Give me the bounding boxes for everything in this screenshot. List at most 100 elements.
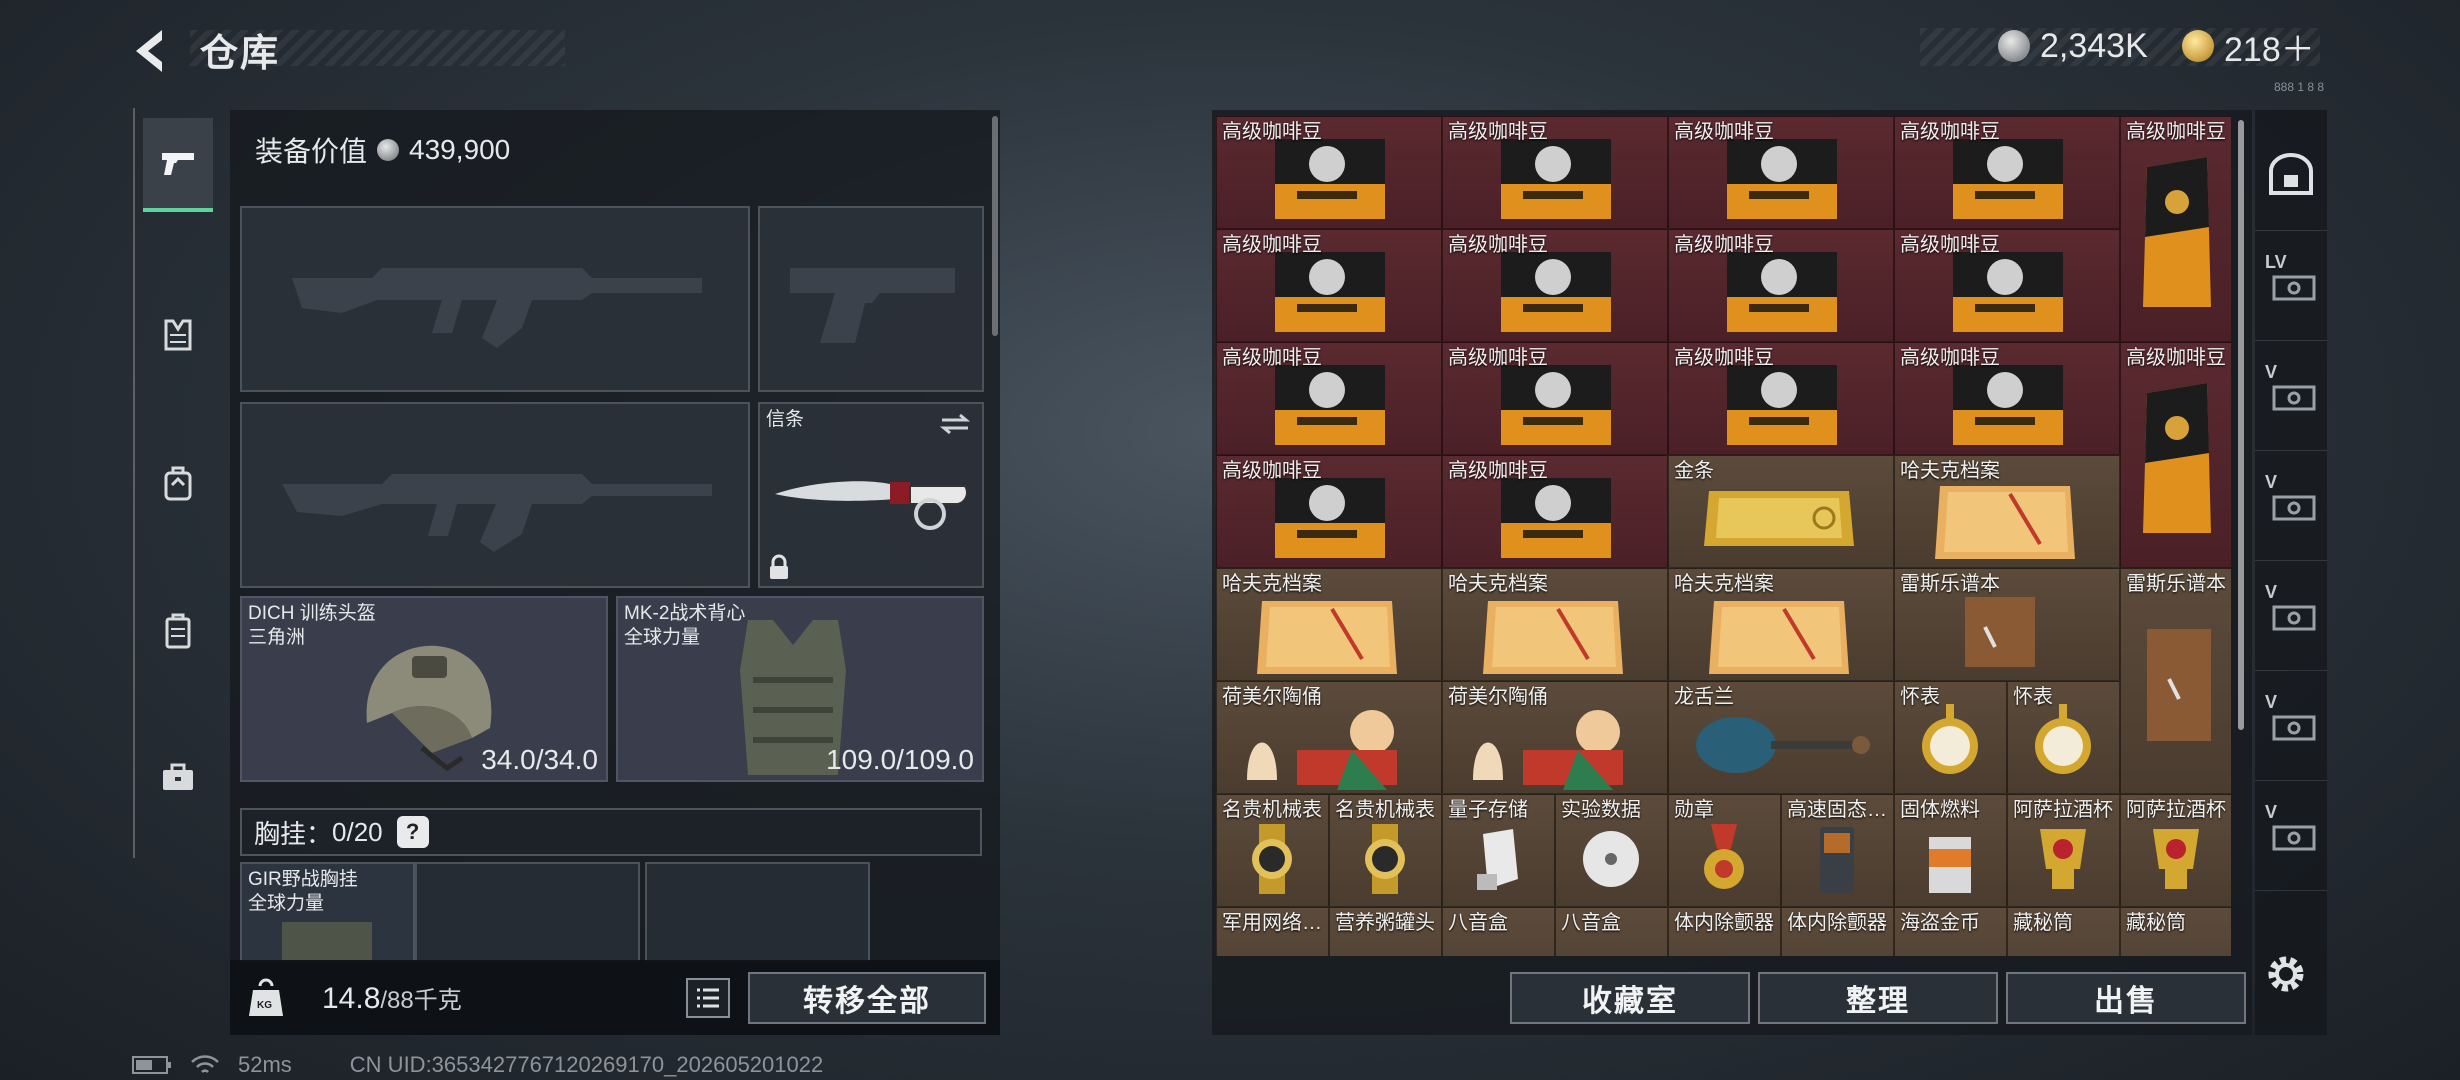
stash-item-label: 怀表 bbox=[1900, 686, 1940, 708]
helmet-slot[interactable]: DICH 训练头盔 三角洲 34.0/34.0 bbox=[240, 596, 608, 782]
tab-backpack[interactable] bbox=[143, 438, 213, 528]
side-rail-item[interactable]: V bbox=[2255, 780, 2327, 891]
stash-item[interactable]: 高级咖啡豆 bbox=[2120, 116, 2231, 342]
stash-item-label: 高级咖啡豆 bbox=[1448, 347, 1548, 369]
side-rail-item[interactable]: V bbox=[2255, 450, 2327, 561]
sidearm-slot[interactable] bbox=[758, 206, 984, 392]
stash-item[interactable]: 高级咖啡豆 bbox=[1668, 116, 1894, 229]
stash-item[interactable]: 藏秘筒 bbox=[2120, 907, 2231, 956]
help-icon[interactable]: ? bbox=[396, 816, 429, 848]
stash-item[interactable]: 金条 bbox=[1668, 455, 1894, 568]
stash-item[interactable]: 哈夫克档案 bbox=[1216, 568, 1442, 681]
stash-item[interactable]: 哈夫克档案 bbox=[1668, 568, 1894, 681]
primary-weapon-slot[interactable] bbox=[240, 206, 750, 392]
stash-item[interactable]: 荷美尔陶俑 bbox=[1442, 681, 1668, 794]
stash-item[interactable]: 高级咖啡豆 bbox=[1894, 229, 2120, 342]
tab-briefcase[interactable] bbox=[143, 732, 213, 822]
stash-item[interactable]: 高级咖啡豆 bbox=[1216, 342, 1442, 455]
stash-item[interactable]: 高级咖啡豆 bbox=[1442, 116, 1668, 229]
sell-button[interactable]: 出售 bbox=[2006, 972, 2246, 1024]
stash-item[interactable]: 高级咖啡豆 bbox=[2120, 342, 2231, 568]
swap-icon[interactable] bbox=[938, 412, 972, 436]
tab-vest[interactable] bbox=[143, 290, 213, 380]
side-rail-item[interactable]: V bbox=[2255, 340, 2327, 451]
stash-scrollbar[interactable] bbox=[2238, 120, 2244, 730]
stash-item[interactable]: 高级咖啡豆 bbox=[1442, 229, 1668, 342]
stash-item[interactable]: 藏秘筒 bbox=[2007, 907, 2120, 956]
stash-item[interactable]: 龙舌兰 bbox=[1668, 681, 1894, 794]
organize-button[interactable]: 整理 bbox=[1758, 972, 1998, 1024]
stash-item[interactable]: 雷斯乐谱本 bbox=[1894, 568, 2120, 681]
tab-container[interactable] bbox=[143, 586, 213, 676]
stash-item[interactable]: 哈夫克档案 bbox=[1442, 568, 1668, 681]
pistol-silhouette-icon bbox=[790, 268, 955, 343]
rig-faction: 全球力量 bbox=[248, 893, 325, 914]
stash-item[interactable]: 高级咖啡豆 bbox=[1442, 455, 1668, 568]
stash-item-label: 高级咖啡豆 bbox=[1448, 234, 1548, 256]
melee-slot[interactable]: 信条 bbox=[758, 402, 984, 588]
stash-item[interactable]: 哈夫克档案 bbox=[1894, 455, 2120, 568]
stash-item[interactable]: 体内除颤器 bbox=[1781, 907, 1894, 956]
weight-icon bbox=[249, 978, 283, 1016]
collection-button[interactable]: 收藏室 bbox=[1510, 972, 1750, 1024]
stash-item[interactable]: 阿萨拉酒杯 bbox=[2007, 794, 2120, 907]
side-rail-item[interactable]: LV bbox=[2255, 230, 2327, 341]
stash-item[interactable]: 军用网络… bbox=[1216, 907, 1329, 956]
stash-item[interactable]: 实验数据 bbox=[1555, 794, 1668, 907]
stash-item[interactable]: 勋章 bbox=[1668, 794, 1781, 907]
secondary-weapon-slot[interactable] bbox=[240, 402, 750, 588]
stash-item[interactable]: 量子存储 bbox=[1442, 794, 1555, 907]
stash-item[interactable]: 高级咖啡豆 bbox=[1216, 229, 1442, 342]
stash-item-label: 藏秘筒 bbox=[2126, 912, 2186, 934]
stash-item[interactable]: 体内除颤器 bbox=[1668, 907, 1781, 956]
rig-slot[interactable]: GIR野战胸挂 全球力量 bbox=[240, 862, 415, 962]
rig-grid-slot[interactable] bbox=[645, 862, 870, 962]
stash-item[interactable]: 名贵机械表 bbox=[1329, 794, 1442, 907]
rifle-silhouette-icon bbox=[292, 268, 702, 348]
stash-item[interactable]: 高级咖啡豆 bbox=[1668, 229, 1894, 342]
silver-currency[interactable]: 2,343K bbox=[1998, 26, 2148, 66]
gold-currency[interactable]: 218＋ bbox=[2182, 26, 2315, 69]
weight-icon-label: KG bbox=[257, 1000, 272, 1011]
stash-item[interactable]: 高级咖啡豆 bbox=[1668, 342, 1894, 455]
archive-file-icon bbox=[1709, 601, 1849, 674]
settings-gear-icon[interactable] bbox=[2262, 950, 2310, 998]
stash-item[interactable]: 营养粥罐头 bbox=[1329, 907, 1442, 956]
list-view-button[interactable] bbox=[686, 978, 730, 1018]
ping-text: 52ms bbox=[238, 1052, 292, 1077]
transfer-all-button[interactable]: 转移全部 bbox=[748, 972, 986, 1024]
wifi-icon bbox=[191, 1055, 219, 1073]
version-label: 888 1 8 8 bbox=[2274, 80, 2325, 94]
chest-rig-count: 0/20 bbox=[332, 816, 383, 847]
stash-item[interactable]: 固体燃料 bbox=[1894, 794, 2007, 907]
stash-item[interactable]: 高速固态… bbox=[1781, 794, 1894, 907]
side-rail-item[interactable]: V bbox=[2255, 670, 2327, 781]
stash-item[interactable]: 高级咖啡豆 bbox=[1442, 342, 1668, 455]
side-rail-item[interactable] bbox=[2255, 120, 2327, 231]
equipment-scrollbar[interactable] bbox=[992, 116, 998, 336]
stash-item-label: 高级咖啡豆 bbox=[2126, 347, 2226, 369]
side-rail-item[interactable]: V bbox=[2255, 560, 2327, 671]
stash-item[interactable]: 八音盒 bbox=[1555, 907, 1668, 956]
tab-weapons[interactable] bbox=[143, 118, 213, 212]
rig-grid-slot[interactable] bbox=[415, 862, 640, 962]
stash-item[interactable]: 怀表 bbox=[2007, 681, 2120, 794]
stash-item-label: 怀表 bbox=[2013, 686, 2053, 708]
stash-item-label: 高级咖啡豆 bbox=[1674, 347, 1774, 369]
melee-label: 信条 bbox=[766, 409, 805, 430]
stash-item[interactable]: 八音盒 bbox=[1442, 907, 1555, 956]
armor-slot[interactable]: MK-2战术背心 全球力量 109.0/109.0 bbox=[616, 596, 984, 782]
stash-item[interactable]: 荷美尔陶俑 bbox=[1216, 681, 1442, 794]
stash-item[interactable]: 高级咖啡豆 bbox=[1894, 116, 2120, 229]
stash-item[interactable]: 雷斯乐谱本 bbox=[2120, 568, 2231, 794]
stash-item[interactable]: 高级咖啡豆 bbox=[1894, 342, 2120, 455]
back-arrow-icon[interactable] bbox=[128, 26, 178, 76]
side-rail-level: V bbox=[2265, 692, 2278, 712]
stash-grid: 高级咖啡豆 高级咖啡豆 高级咖啡豆 高级咖啡豆 高级咖啡豆 高级咖啡豆 高级咖啡豆 高级咖啡豆… bbox=[1216, 116, 2231, 956]
stash-item[interactable]: 名贵机械表 bbox=[1216, 794, 1329, 907]
stash-item[interactable]: 阿萨拉酒杯 bbox=[2120, 794, 2231, 907]
stash-item[interactable]: 海盗金币 bbox=[1894, 907, 2007, 956]
stash-item[interactable]: 怀表 bbox=[1894, 681, 2007, 794]
stash-item[interactable]: 高级咖啡豆 bbox=[1216, 455, 1442, 568]
stash-item[interactable]: 高级咖啡豆 bbox=[1216, 116, 1442, 229]
